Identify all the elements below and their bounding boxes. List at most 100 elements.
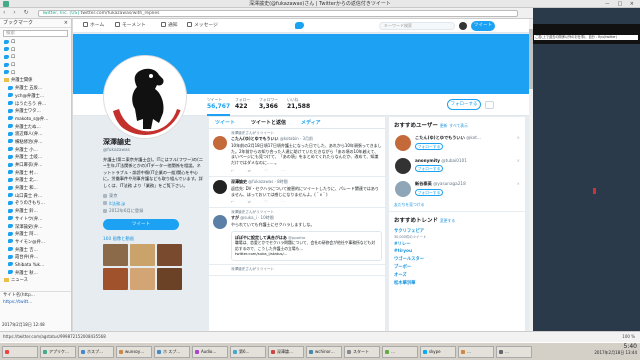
bookmark-item[interactable]: 渡辺輝人(弁… — [0, 131, 71, 139]
stat-likes[interactable]: いいね 21,588 — [287, 97, 310, 110]
suggested-user[interactable]: anonymity @tubai0101 フォローする × — [389, 155, 525, 178]
bookmark-item[interactable]: 弁護士 鈴… — [0, 208, 71, 216]
bookmark-item[interactable]: ロ — [0, 54, 71, 62]
nav-notifications[interactable]: 通知 — [161, 19, 178, 33]
trend-item[interactable]: ウゴールスター — [389, 255, 525, 263]
window-controls[interactable]: － □ × — [605, 0, 637, 8]
media-thumb[interactable] — [103, 243, 128, 266]
media-thumb[interactable] — [157, 267, 182, 290]
bookmark-item[interactable]: ぞうのきもち… — [0, 200, 71, 208]
suggested-user[interactable]: 新谷泰英 @yasunaga218 フォローする × — [389, 178, 525, 201]
profile-tweet-button[interactable]: ツイート — [103, 218, 179, 230]
compose-tweet-button[interactable]: ツイート — [471, 21, 495, 31]
dismiss-icon[interactable]: × — [517, 181, 520, 186]
bookmark-folder[interactable]: ニュース — [0, 277, 71, 285]
bookmark-item[interactable]: 弁護士ワタ… — [0, 108, 71, 116]
stat-followers[interactable]: フォロワー 3,366 — [259, 97, 278, 110]
taskbar-button[interactable]: skype — [420, 346, 456, 358]
show-all-link[interactable]: すべて表示 — [449, 123, 468, 128]
nav-buttons[interactable]: ‹ › ↻ — [3, 9, 32, 16]
media-thumb[interactable] — [157, 243, 182, 266]
zoom-level[interactable]: 100 % — [622, 334, 635, 339]
close-icon[interactable]: × — [64, 19, 68, 28]
bookmark-item[interactable]: makoto_s@弁… — [0, 116, 71, 124]
bookmark-item[interactable]: ロ — [0, 47, 71, 55]
nav-messages[interactable]: メッセージ — [187, 19, 218, 33]
taskbar-button[interactable]: ホスプ… — [78, 346, 114, 358]
tab-media[interactable]: メディア — [301, 119, 321, 126]
profile-site[interactable]: it法務.jp — [103, 200, 203, 208]
trend-item[interactable]: #リレー — [389, 240, 525, 248]
user-avatar[interactable] — [395, 181, 411, 197]
tweet-actions[interactable]: ↩ ⇄ ♡ ⋯ — [231, 199, 382, 204]
taskbar-button[interactable]: … — [458, 346, 494, 358]
taskbar-button[interactable] — [2, 346, 38, 358]
bookmark-item[interactable]: 弁護士 小… — [0, 147, 71, 155]
bookmark-item[interactable]: 深澤諭史(弁… — [0, 224, 71, 232]
bookmark-item[interactable]: Shibata Yuk… — [0, 262, 71, 270]
own-avatar[interactable] — [459, 22, 467, 30]
bookmark-item[interactable]: 弁護士 土岐… — [0, 154, 71, 162]
dismiss-icon[interactable]: × — [517, 135, 520, 140]
bookmark-item[interactable]: 横粘修治(弁… — [0, 139, 71, 147]
bookmark-item[interactable]: 山口貴士 弁… — [0, 193, 71, 201]
trend-item[interactable]: オーズ — [389, 271, 525, 279]
taskbar-button[interactable]: 第6… — [230, 346, 266, 358]
bookmark-item[interactable]: 弁護士 北… — [0, 177, 71, 185]
tweet-avatar[interactable] — [213, 179, 227, 194]
bookmark-item[interactable]: 弁護士 阿… — [0, 231, 71, 239]
dismiss-icon[interactable]: × — [517, 158, 520, 163]
tweet-item[interactable]: 深澤諭史さんがリツイート こたん(ゆ)とゆでもういい @kotabin · 3月… — [209, 129, 385, 177]
media-thumb[interactable] — [130, 267, 155, 290]
media-thumb[interactable] — [103, 267, 128, 290]
media-link[interactable]: 160 画像と動画 — [103, 236, 203, 242]
bookmark-item[interactable]: 井口麻衣(弁… — [0, 162, 71, 170]
bookmark-item[interactable]: 霞台弁(弁… — [0, 254, 71, 262]
more-icon[interactable] — [485, 101, 494, 109]
sidebar-search-input[interactable]: 検索 — [3, 30, 68, 37]
stat-tweets[interactable]: ツイート 56,767 — [207, 97, 231, 116]
tab-replies[interactable]: ツイートと返信 — [251, 119, 286, 126]
bookmark-item[interactable]: 弁護士たぬ… — [0, 124, 71, 132]
bookmark-item[interactable]: ych@弁護士… — [0, 93, 71, 101]
quote-link[interactable]: twitter.com/suka_i/status/... — [235, 251, 378, 256]
bookmark-item[interactable]: 弁護士 村… — [0, 170, 71, 178]
tweet-item[interactable]: 深澤諭史 @fukazawas · 8時間 返信先: DV・セクハラについて被害… — [209, 177, 385, 209]
tweet-item[interactable]: 深澤諭史さんがリツイート すが @suka_i · 10時間 やられていても弁護… — [209, 208, 385, 265]
user-avatar[interactable] — [395, 158, 411, 174]
change-trends-link[interactable]: 変更する — [440, 218, 455, 223]
bookmark-item[interactable]: ロ — [0, 70, 71, 78]
bookmark-folder[interactable]: 弁護士関係 — [0, 77, 71, 85]
suggested-user[interactable]: こたん(ゆ)とゆでもういい @kot… フォローする × — [389, 132, 525, 155]
tweet-avatar[interactable] — [213, 215, 227, 230]
clock[interactable]: 5:40 2017年2月18日 13:44 — [594, 344, 637, 356]
taskbar-button[interactable]: 深澤論… — [268, 346, 304, 358]
nav-home[interactable]: ホーム — [83, 19, 104, 33]
nav-moments[interactable]: モーメント — [115, 19, 146, 33]
tab-tweets[interactable]: ツイート — [215, 119, 235, 126]
bookmark-item[interactable]: ほうたろう 弁… — [0, 101, 71, 109]
bookmark-item[interactable]: ロ — [0, 62, 71, 70]
bookmark-item[interactable]: 弁護士 五坂… — [0, 85, 71, 93]
quoted-tweet[interactable]: ぽぽやに設定して具合がはあ @ppohto 職場は、恋愛とかでセクハラ問題につい… — [231, 230, 382, 261]
tweet-avatar[interactable] — [213, 136, 227, 150]
taskbar-button[interactable]: … — [382, 346, 418, 358]
stat-following[interactable]: フォロー 422 — [235, 97, 250, 110]
tweet-actions[interactable]: ↩ ⇄ ♡ ⋯ — [231, 168, 382, 173]
find-friends-link[interactable]: 友だちを見つける — [389, 201, 525, 208]
bookmark-item[interactable]: サイモン@弁… — [0, 239, 71, 247]
media-thumb[interactable] — [130, 243, 155, 266]
refresh-link[interactable]: 更新 — [440, 123, 448, 128]
trend-item[interactable]: 松木華洪華 — [389, 279, 525, 287]
bookmark-item[interactable]: ロ — [0, 39, 71, 47]
follow-user-button[interactable]: フォローする — [415, 165, 443, 172]
tweet-item[interactable]: 深澤諭史さんがリツイート — [209, 265, 385, 276]
bookmark-item[interactable]: サイトウ(弁… — [0, 216, 71, 224]
trend-item[interactable]: サクリフェピア 30,000件のツイート — [389, 227, 525, 240]
taskbar-button[interactable]: ホ スプ… — [154, 346, 190, 358]
follow-user-button[interactable]: フォローする — [415, 189, 443, 196]
taskbar-button[interactable]: … — [496, 346, 532, 358]
taskbar-button[interactable]: Audio… — [192, 346, 228, 358]
follow-button[interactable]: フォローする — [447, 99, 481, 110]
trend-item[interactable]: #tiryou — [389, 248, 525, 255]
